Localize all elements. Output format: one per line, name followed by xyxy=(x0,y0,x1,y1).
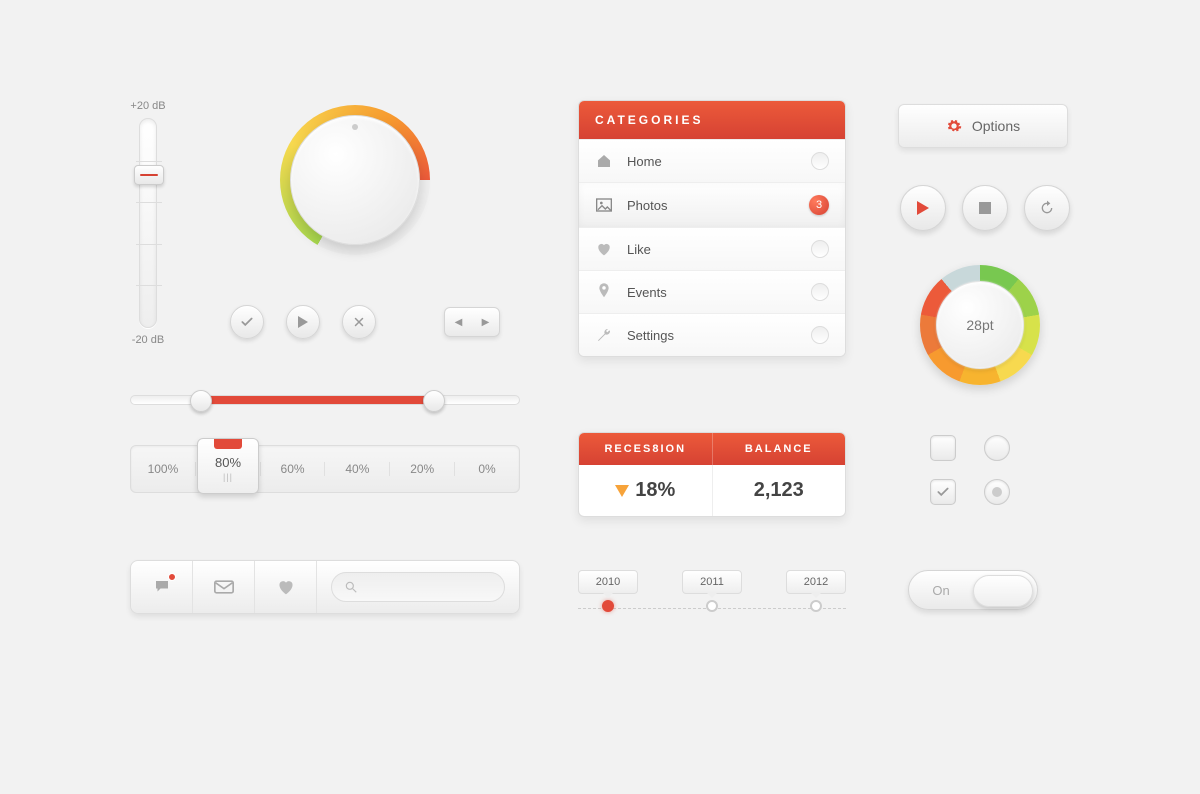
percent-selected-value: 80% xyxy=(215,455,241,470)
stop-button[interactable] xyxy=(962,185,1008,231)
category-label: Like xyxy=(627,242,651,257)
search-input[interactable] xyxy=(331,572,505,602)
percent-option[interactable]: 0% xyxy=(454,462,519,476)
toggle-on-label: On xyxy=(909,583,973,598)
category-item-photos[interactable]: Photos 3 xyxy=(579,182,845,227)
db-min-label: -20 dB xyxy=(128,334,168,346)
stats-tab-balance[interactable]: BALANCE xyxy=(712,433,846,465)
chat-button[interactable] xyxy=(131,561,193,613)
timeline-year[interactable]: 2012 xyxy=(786,570,846,612)
options-label: Options xyxy=(972,118,1020,134)
category-label: Settings xyxy=(627,328,674,343)
db-thumb[interactable] xyxy=(134,165,164,185)
category-item-settings[interactable]: Settings xyxy=(579,313,845,356)
stats-balance-value: 2,123 xyxy=(712,465,846,516)
play-button[interactable] xyxy=(900,185,946,231)
category-item-events[interactable]: Events xyxy=(579,270,845,313)
mail-button[interactable] xyxy=(193,561,255,613)
category-label: Photos xyxy=(627,198,667,213)
percent-option[interactable]: 60% xyxy=(260,462,325,476)
favorite-button[interactable] xyxy=(255,561,317,613)
percent-option[interactable]: 40% xyxy=(324,462,389,476)
percent-option[interactable]: 20% xyxy=(389,462,454,476)
range-slider[interactable] xyxy=(130,395,520,405)
checkbox-checked[interactable] xyxy=(930,479,956,505)
category-label: Events xyxy=(627,285,667,300)
gauge-value: 28pt xyxy=(936,281,1024,369)
toggle-knob[interactable] xyxy=(973,575,1033,607)
category-radio[interactable] xyxy=(811,240,829,258)
on-off-toggle[interactable]: On Off xyxy=(908,570,1038,610)
category-label: Home xyxy=(627,154,662,169)
pin-icon xyxy=(595,283,613,301)
chevron-left-icon: ◀ xyxy=(455,317,463,328)
category-radio[interactable] xyxy=(811,283,829,301)
percent-option[interactable]: 100% xyxy=(131,462,195,476)
options-button[interactable]: Options xyxy=(898,104,1068,148)
gauge-dial[interactable]: 28pt xyxy=(920,265,1040,385)
category-badge: 3 xyxy=(809,195,829,215)
checkbox-unchecked[interactable] xyxy=(930,435,956,461)
stepper-prev-next[interactable]: ◀ ▶ xyxy=(444,307,500,337)
year-timeline[interactable]: 2010 2011 2012 xyxy=(578,570,846,620)
range-knob-min[interactable] xyxy=(190,390,212,412)
radio-selected[interactable] xyxy=(984,479,1010,505)
image-icon xyxy=(595,198,613,212)
home-icon xyxy=(595,153,613,169)
category-radio[interactable] xyxy=(811,152,829,170)
stats-tab-recession[interactable]: RECES8ION xyxy=(579,433,712,465)
db-max-label: +20 dB xyxy=(128,100,168,112)
category-radio[interactable] xyxy=(811,326,829,344)
percent-slider[interactable]: 100% 80% 60% 40% 20% 0% 80% ||| xyxy=(130,445,520,493)
range-knob-max[interactable] xyxy=(423,390,445,412)
volume-dial[interactable] xyxy=(280,105,430,255)
heart-icon xyxy=(595,242,613,256)
search-icon xyxy=(344,580,358,594)
stats-recession-value: 18% xyxy=(579,465,712,516)
category-item-home[interactable]: Home xyxy=(579,139,845,182)
close-button[interactable] xyxy=(342,305,376,339)
reload-button[interactable] xyxy=(1024,185,1070,231)
db-vertical-slider[interactable]: +20 dB -20 dB xyxy=(128,100,168,346)
wrench-icon xyxy=(595,327,613,343)
percent-thumb[interactable]: 80% ||| xyxy=(197,438,259,494)
bottom-toolbar xyxy=(130,560,520,614)
db-track[interactable] xyxy=(139,118,157,328)
timeline-year[interactable]: 2011 xyxy=(682,570,742,612)
stats-panel: RECES8ION BALANCE 18% 2,123 xyxy=(578,432,846,517)
play-small-button[interactable] xyxy=(286,305,320,339)
radio-unselected[interactable] xyxy=(984,435,1010,461)
categories-panel: CATEGORIES Home Photos 3 Like Events Set… xyxy=(578,100,846,357)
category-item-like[interactable]: Like xyxy=(579,227,845,270)
confirm-button[interactable] xyxy=(230,305,264,339)
notification-dot-icon xyxy=(168,573,176,581)
categories-header: CATEGORIES xyxy=(579,101,845,139)
gear-icon xyxy=(946,118,962,134)
arrow-down-icon xyxy=(615,485,629,497)
chevron-right-icon: ▶ xyxy=(482,317,490,328)
timeline-year[interactable]: 2010 xyxy=(578,570,638,612)
